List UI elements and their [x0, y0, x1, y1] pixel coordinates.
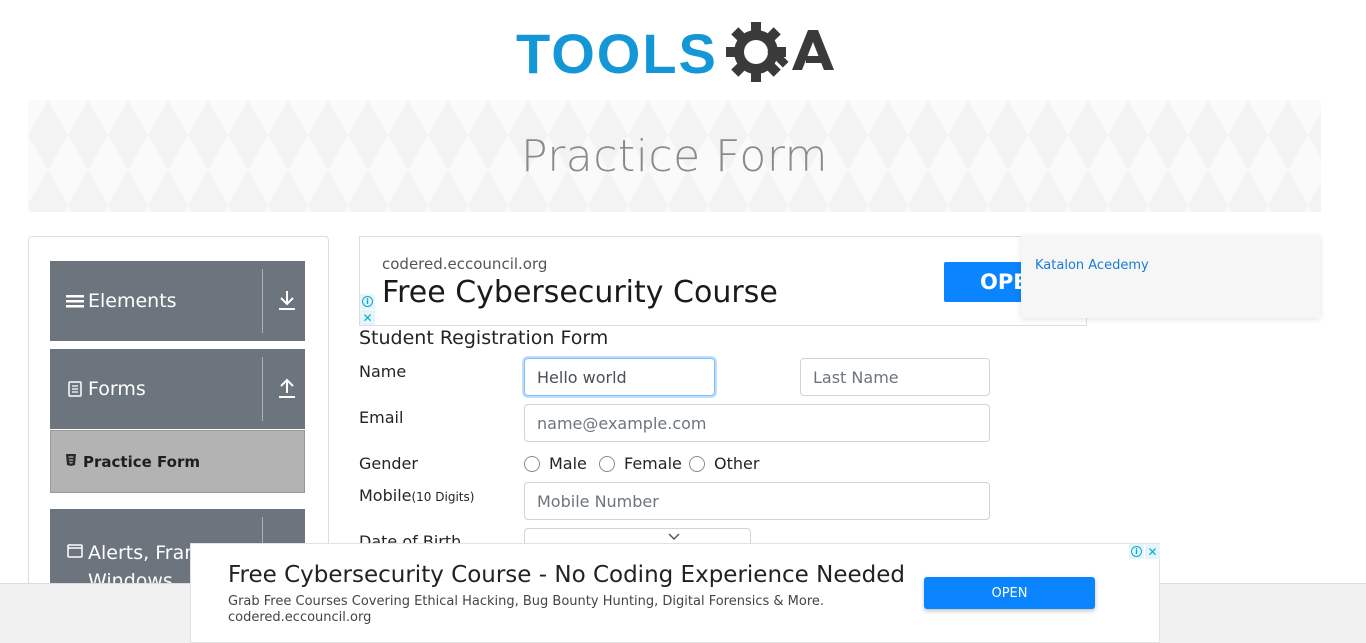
sidebar-group-label: Elements: [88, 290, 177, 312]
email-label: Email: [359, 408, 404, 427]
gender-label: Gender: [359, 454, 418, 473]
page-banner: Practice Form: [28, 100, 1321, 212]
divider: [262, 269, 263, 333]
upload-icon[interactable]: [277, 377, 297, 399]
name-label: Name: [359, 362, 407, 381]
radio-circle[interactable]: [524, 455, 540, 472]
radio-circle[interactable]: [689, 455, 705, 472]
first-name-value: Hello world: [537, 367, 627, 387]
bottom-ad-description: Grab Free Courses Covering Ethical Hacki…: [228, 594, 825, 609]
ad-info-icon[interactable]: i: [360, 294, 375, 309]
sidebar-item-practice-form[interactable]: Practice Form: [50, 430, 305, 493]
bottom-ad-domain: codered.eccouncil.org: [228, 610, 372, 625]
ad-title[interactable]: Free Cybersecurity Course: [382, 275, 778, 310]
radio-circle[interactable]: [599, 455, 615, 472]
mobile-hint: (10 Digits): [411, 490, 475, 504]
katalon-link[interactable]: Katalon Acedemy: [1035, 258, 1149, 273]
email-input[interactable]: name@example.com: [524, 404, 990, 442]
ad-close-icon[interactable]: ✕: [1145, 544, 1160, 559]
sidebar-group-forms[interactable]: Forms: [50, 349, 305, 429]
form-title: Student Registration Form: [359, 327, 609, 349]
mobile-input[interactable]: Mobile Number: [524, 482, 990, 520]
gender-radio-male[interactable]: Male: [524, 454, 587, 473]
gender-radio-other[interactable]: Other: [689, 454, 759, 473]
ad-close-icon[interactable]: ✕: [360, 310, 375, 325]
sidebar-item-label: Practice Form: [83, 452, 200, 471]
last-name-placeholder: Last Name: [813, 367, 899, 387]
download-icon[interactable]: [277, 289, 297, 311]
mobile-label: Mobile(10 Digits): [359, 486, 474, 505]
toolsqa-logo[interactable]: TOOLS: [516, 16, 838, 92]
radio-label: Male: [549, 454, 587, 473]
bottom-ad-open-button[interactable]: OPEN: [924, 577, 1095, 609]
logo-text: TOOLS: [516, 22, 718, 85]
document-icon: [66, 380, 84, 398]
page: TOOLS Practice Form Elements Forms Pract…: [0, 0, 1366, 643]
ad-domain: codered.eccouncil.org: [382, 255, 548, 273]
bottom-ad-title[interactable]: Free Cybersecurity Course - No Coding Ex…: [228, 562, 905, 588]
sidebar-group-elements[interactable]: Elements: [50, 261, 305, 341]
gear-magnifier-icon: [725, 22, 834, 82]
radio-label: Other: [714, 454, 760, 473]
mobile-label-text: Mobile: [359, 486, 412, 505]
mobile-placeholder: Mobile Number: [537, 491, 659, 511]
katalon-card: Katalon Acedemy: [1021, 236, 1320, 318]
top-ad[interactable]: codered.eccouncil.org Free Cybersecurity…: [359, 236, 1087, 326]
ad-info-icon[interactable]: i: [1129, 544, 1144, 559]
gender-radio-female[interactable]: Female: [599, 454, 682, 473]
radio-label: Female: [624, 454, 682, 473]
last-name-input[interactable]: Last Name: [800, 358, 990, 396]
email-placeholder: name@example.com: [537, 413, 707, 433]
page-title: Practice Form: [520, 130, 829, 182]
window-icon: [66, 542, 84, 560]
sidebar-group-label: Forms: [88, 378, 146, 400]
first-name-input[interactable]: Hello world: [524, 358, 715, 396]
hamburger-icon: [66, 292, 84, 310]
divider: [262, 357, 263, 421]
bottom-ad[interactable]: Free Cybersecurity Course - No Coding Ex…: [190, 543, 1160, 643]
html5-icon: [65, 452, 77, 471]
